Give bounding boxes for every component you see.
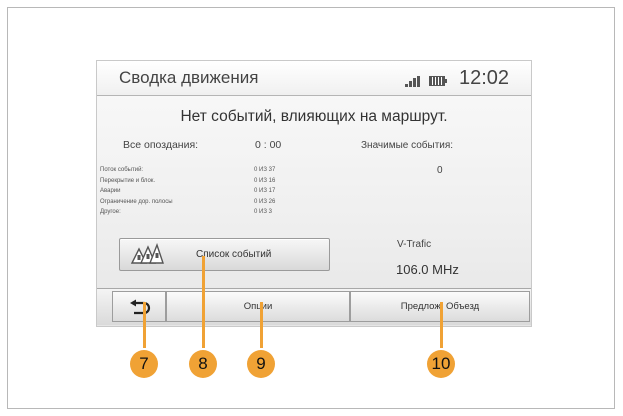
event-count: 0 ИЗ 3 (254, 209, 272, 215)
radio-frequency: 106.0 MHz (396, 262, 459, 277)
event-list: Поток событий: 0 ИЗ 37 Перекрытие и блок… (100, 167, 300, 220)
back-button[interactable] (112, 291, 166, 322)
event-count: 0 ИЗ 17 (254, 188, 276, 194)
callout-9: 9 (247, 350, 275, 378)
callout-leader-7 (143, 302, 146, 348)
bottom-bar: Опции Предлож. Объезд (97, 288, 531, 325)
event-label: Аварии (100, 188, 121, 194)
clock: 12:02 (459, 67, 510, 89)
list-item: Другое: 0 ИЗ 3 (100, 209, 300, 220)
page-title: Сводка движения (119, 68, 259, 87)
event-count: 0 ИЗ 37 (254, 167, 276, 173)
options-button[interactable]: Опции (166, 291, 350, 322)
significant-events-label: Значимые события: (361, 140, 454, 151)
back-arrow-icon (130, 299, 151, 315)
event-list-button[interactable]: Список событий (119, 238, 330, 271)
delays-label: Все опоздания: (123, 139, 199, 151)
route-status-message: Нет событий, влияющих на маршрут. (180, 108, 448, 125)
event-label: Поток событий: (100, 167, 144, 173)
list-item: Поток событий: 0 ИЗ 37 (100, 167, 300, 178)
list-item: Перекрытие и блок. 0 ИЗ 16 (100, 178, 300, 189)
event-label: Другое: (100, 209, 121, 215)
event-label: Ограничение дор. полосы (100, 198, 173, 205)
status-bar: Сводка движения 12:02 (97, 61, 531, 96)
event-list-button-label: Список событий (196, 249, 272, 260)
event-label: Перекрытие и блок. (100, 177, 156, 184)
callout-leader-9 (260, 302, 263, 348)
road-signs-icon (130, 243, 164, 264)
battery-icon (429, 76, 447, 86)
event-count: 0 ИЗ 16 (254, 177, 276, 184)
callout-leader-8 (202, 256, 205, 348)
list-item: Аварии 0 ИЗ 17 (100, 188, 300, 199)
significant-events-value: 0 (437, 165, 443, 176)
callout-10: 10 (427, 350, 455, 378)
callout-8: 8 (189, 350, 217, 378)
event-count: 0 ИЗ 26 (254, 198, 276, 205)
callout-leader-10 (440, 302, 443, 348)
traffic-service-name: V-Trafic (397, 239, 432, 250)
traffic-summary-screen: Сводка движения 12:02 Нет событий, влияю… (96, 60, 532, 327)
delays-value: 0 : 00 (255, 139, 282, 151)
list-item: Ограничение дор. полосы 0 ИЗ 26 (100, 199, 300, 210)
callout-7: 7 (130, 350, 158, 378)
signal-strength-icon (405, 76, 421, 87)
